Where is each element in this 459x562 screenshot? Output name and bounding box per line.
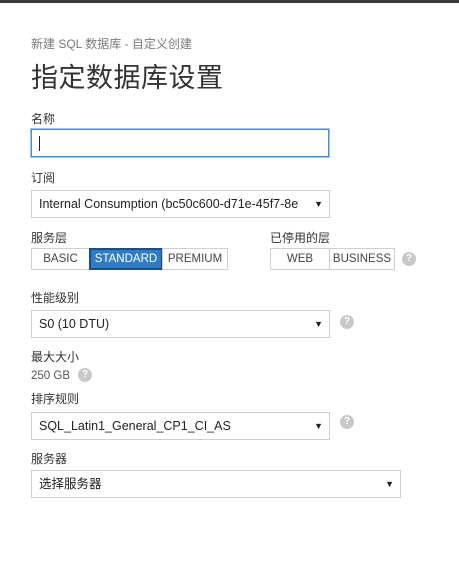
tier-web-button[interactable]: WEB	[270, 248, 330, 270]
name-label: 名称	[31, 112, 56, 126]
subscription-label: 订阅	[31, 171, 56, 185]
chevron-down-icon: ▼	[314, 421, 323, 431]
chevron-down-icon: ▼	[314, 319, 323, 329]
tier-premium-button[interactable]: PREMIUM	[162, 248, 228, 270]
collation-label: 排序规则	[31, 392, 80, 406]
chevron-down-icon: ▼	[385, 479, 394, 489]
max-size-value: 250 GB	[31, 370, 70, 382]
create-database-form: 新建 SQL 数据库 - 自定义创建 指定数据库设置 名称 订阅 Interna…	[0, 0, 459, 562]
subscription-select[interactable]: Internal Consumption (bc50c600-d71e-45f7…	[31, 190, 330, 218]
help-icon[interactable]: ?	[340, 315, 354, 329]
text-cursor	[39, 136, 40, 151]
disabled-tier-label: 已停用的层	[270, 231, 331, 245]
tier-standard-button[interactable]: STANDARD	[89, 248, 163, 270]
breadcrumb: 新建 SQL 数据库 - 自定义创建	[31, 37, 192, 51]
collation-select[interactable]: SQL_Latin1_General_CP1_CI_AS ▼	[31, 412, 330, 440]
performance-label: 性能级别	[31, 291, 80, 305]
max-size-label: 最大大小	[31, 350, 80, 364]
chevron-down-icon: ▼	[314, 199, 323, 209]
help-icon[interactable]: ?	[402, 252, 416, 266]
help-icon[interactable]: ?	[78, 368, 92, 382]
service-tier-label: 服务层	[31, 231, 68, 245]
server-select[interactable]: 选择服务器 ▼	[31, 470, 401, 498]
performance-select[interactable]: S0 (10 DTU) ▼	[31, 310, 330, 338]
server-label: 服务器	[31, 452, 68, 466]
performance-value: S0 (10 DTU)	[39, 317, 110, 331]
collation-value: SQL_Latin1_General_CP1_CI_AS	[39, 419, 231, 433]
disabled-tier-selector: WEB BUSINESS	[270, 248, 395, 270]
service-tier-selector: BASIC STANDARD PREMIUM	[31, 248, 228, 270]
server-value: 选择服务器	[39, 477, 102, 491]
subscription-value: Internal Consumption (bc50c600-d71e-45f7…	[39, 197, 299, 211]
tier-business-button[interactable]: BUSINESS	[329, 248, 395, 270]
page-title: 指定数据库设置	[31, 63, 224, 93]
tier-basic-button[interactable]: BASIC	[31, 248, 90, 270]
help-icon[interactable]: ?	[340, 415, 354, 429]
name-input[interactable]	[31, 129, 329, 157]
